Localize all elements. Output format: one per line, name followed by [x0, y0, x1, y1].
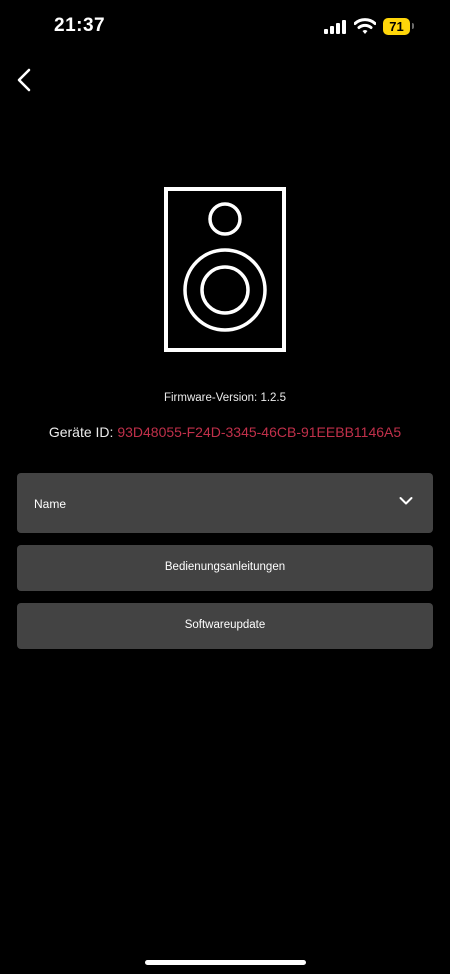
software-update-button[interactable]: Softwareupdate: [17, 603, 433, 649]
battery-tip: [412, 23, 414, 29]
home-indicator[interactable]: [145, 960, 306, 965]
cellular-signal-icon: [324, 20, 346, 34]
name-label: Name: [34, 497, 67, 511]
chevron-down-icon[interactable]: [399, 496, 413, 506]
device-id-label: Geräte ID:: [48, 424, 114, 440]
manuals-label: Bedienungsanleitungen: [164, 561, 286, 573]
name-dropdown[interactable]: Name: [17, 473, 433, 533]
battery-icon: 71: [383, 18, 410, 35]
manuals-button[interactable]: Bedienungsanleitungen: [17, 545, 433, 591]
status-time: 21:37: [54, 15, 106, 36]
battery-level: 71: [389, 19, 404, 34]
software-update-label: Softwareupdate: [184, 619, 266, 631]
speaker-icon: [164, 187, 286, 352]
wifi-icon: [354, 18, 376, 34]
firmware-version: Firmware-Version: 1.2.5: [163, 392, 287, 404]
status-bar: 21:37 71: [0, 0, 450, 54]
chevron-left-icon: [17, 68, 31, 92]
device-id-row: Geräte ID: 93D48055-F24D-3345-46CB-91EEB…: [0, 424, 450, 440]
device-id-value: 93D48055-F24D-3345-46CB-91EEBB1146A5: [117, 424, 402, 440]
back-button[interactable]: [10, 62, 40, 98]
